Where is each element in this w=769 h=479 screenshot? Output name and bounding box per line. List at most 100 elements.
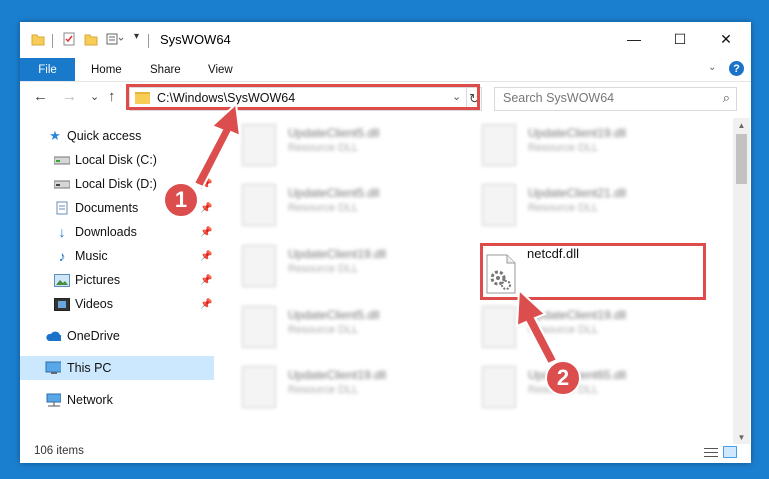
properties-icon[interactable] — [62, 32, 76, 46]
file-item[interactable]: UpdateClient19.dll Resource DLL — [216, 239, 436, 291]
back-button[interactable]: ← — [33, 88, 48, 105]
dll-file-icon — [242, 245, 276, 287]
tab-home[interactable]: Home — [91, 58, 122, 81]
dll-file-icon — [242, 124, 276, 166]
recent-locations-button[interactable]: ⌄ — [90, 90, 99, 103]
minimize-button[interactable]: — — [611, 22, 657, 56]
scrollbar-thumb[interactable] — [736, 134, 747, 184]
pin-icon: 📌 — [200, 226, 213, 238]
pin-icon: 📌 — [200, 298, 213, 310]
file-type: Resource DLL — [288, 384, 359, 396]
large-icons-view-icon[interactable] — [723, 446, 737, 458]
file-item[interactable]: UpdateClient5.dll Resource DLL — [216, 178, 436, 230]
network-icon — [45, 393, 61, 407]
sidebar-item-label: Documents — [75, 201, 139, 215]
file-name: UpdateClient5.dll — [288, 308, 380, 322]
file-item[interactable]: UpdateClient5.dll Resource DLL — [216, 118, 436, 170]
drive-icon — [54, 177, 70, 191]
file-name: UpdateClient21.dll — [528, 186, 627, 200]
item-count: 106 items — [34, 445, 84, 457]
file-type: Resource DLL — [288, 263, 359, 275]
sidebar-item-music[interactable]: ♪ Music 📌 — [20, 244, 214, 268]
sidebar-item-label: Local Disk (C:) — [75, 153, 157, 167]
sidebar-item-onedrive[interactable]: OneDrive — [20, 324, 214, 348]
maximize-button[interactable]: ☐ — [657, 22, 703, 56]
step-badge-1: 1 — [163, 182, 199, 218]
folder-icon — [31, 34, 45, 46]
tab-share[interactable]: Share — [150, 58, 181, 81]
navigation-pane: ★ Quick access Local Disk (C:) Local Dis… — [20, 122, 215, 422]
sidebar-item-local-disk-c[interactable]: Local Disk (C:) — [20, 148, 214, 172]
file-item[interactable]: UpdateClient19.dll Resource DLL — [216, 360, 436, 412]
file-name: UpdateClient5.dll — [288, 186, 380, 200]
pin-icon: 📌 — [200, 202, 213, 214]
scroll-up-icon[interactable]: ▲ — [733, 118, 750, 132]
sidebar-item-label: Videos — [75, 297, 113, 311]
cloud-icon — [45, 329, 61, 343]
up-button[interactable]: ↑ — [108, 88, 116, 105]
search-icon[interactable]: ⌕ — [723, 90, 730, 106]
file-name: UpdateClient19.dll — [528, 126, 627, 140]
videos-icon — [54, 297, 70, 311]
file-name: UpdateClient5.dll — [288, 126, 380, 140]
view-options-icon[interactable] — [106, 32, 124, 46]
dll-file-icon — [482, 184, 516, 226]
ribbon: File Home Share View ⌄ ? — [20, 56, 751, 82]
file-type: Resource DLL — [288, 142, 359, 154]
file-item[interactable]: UpdateClient19.dll Resource DLL — [456, 118, 676, 170]
forward-button[interactable]: → — [62, 88, 77, 105]
expand-ribbon-icon[interactable]: ⌄ — [708, 62, 716, 73]
new-folder-icon[interactable] — [84, 32, 98, 46]
vertical-scrollbar[interactable]: ▲ ▼ — [733, 118, 750, 444]
details-view-icon[interactable] — [704, 447, 718, 458]
tab-file[interactable]: File — [20, 58, 75, 81]
file-name: UpdateClient19.dll — [288, 368, 387, 382]
sidebar-item-pictures[interactable]: Pictures 📌 — [20, 268, 214, 292]
dll-file-icon — [242, 306, 276, 348]
navigation-bar: ← → ⌄ ↑ C:\Windows\SysWOW64 ⌄ ↻ Search S… — [20, 82, 751, 116]
file-type: Resource DLL — [528, 324, 599, 336]
sidebar-item-network[interactable]: Network — [20, 388, 214, 412]
sidebar-item-quick-access[interactable]: ★ Quick access — [20, 124, 214, 148]
sidebar-item-label: Quick access — [67, 129, 142, 143]
dll-file-icon — [482, 366, 516, 408]
sidebar-item-this-pc[interactable]: This PC — [20, 356, 214, 380]
sidebar-item-downloads[interactable]: ↓ Downloads 📌 — [20, 220, 214, 244]
pictures-icon — [54, 273, 70, 287]
pin-icon: 📌 — [200, 274, 213, 286]
file-name: UpdateClient19.dll — [288, 247, 387, 261]
pin-icon: 📌 — [200, 250, 213, 262]
window-title: SysWOW64 — [160, 32, 231, 47]
pin-icon: 📌 — [200, 178, 213, 190]
customize-toolbar-icon[interactable]: ▾ — [134, 31, 139, 42]
file-type: Resource DLL — [528, 202, 599, 214]
tab-view[interactable]: View — [208, 58, 233, 81]
toolbar-separator — [52, 34, 53, 48]
dll-file-icon — [482, 124, 516, 166]
title-bar: ▾ SysWOW64 — ☐ ✕ — [20, 22, 751, 56]
step-badge-2: 2 — [545, 360, 581, 396]
file-type: Resource DLL — [288, 202, 359, 214]
file-item[interactable]: UpdateClient19.dll Resource DLL — [456, 300, 676, 352]
file-item[interactable]: UpdateClient21.dll Resource DLL — [456, 178, 676, 230]
sidebar-item-label: Network — [67, 393, 113, 407]
file-item[interactable]: UpdateClient5.dll Resource DLL — [216, 300, 436, 352]
file-explorer-window: ▾ SysWOW64 — ☐ ✕ File Home Share View ⌄ … — [20, 22, 751, 463]
sidebar-item-videos[interactable]: Videos 📌 — [20, 292, 214, 316]
close-button[interactable]: ✕ — [703, 22, 749, 56]
drive-icon — [54, 153, 70, 167]
toolbar-separator — [148, 34, 149, 48]
help-button[interactable]: ? — [729, 61, 744, 76]
sidebar-item-label: Local Disk (D:) — [75, 177, 157, 191]
sidebar-item-label: Pictures — [75, 273, 121, 287]
sidebar-item-label: Music — [75, 249, 108, 263]
sidebar-item-label: Downloads — [75, 225, 137, 239]
dll-file-icon — [242, 366, 276, 408]
file-type: Resource DLL — [528, 142, 599, 154]
search-box[interactable]: Search SysWOW64 ⌕ — [494, 87, 737, 111]
computer-icon — [45, 361, 61, 375]
file-type: Resource DLL — [288, 324, 359, 336]
sidebar-item-label: OneDrive — [67, 329, 120, 343]
search-input[interactable]: Search SysWOW64 — [503, 91, 614, 105]
star-icon: ★ — [49, 128, 61, 143]
